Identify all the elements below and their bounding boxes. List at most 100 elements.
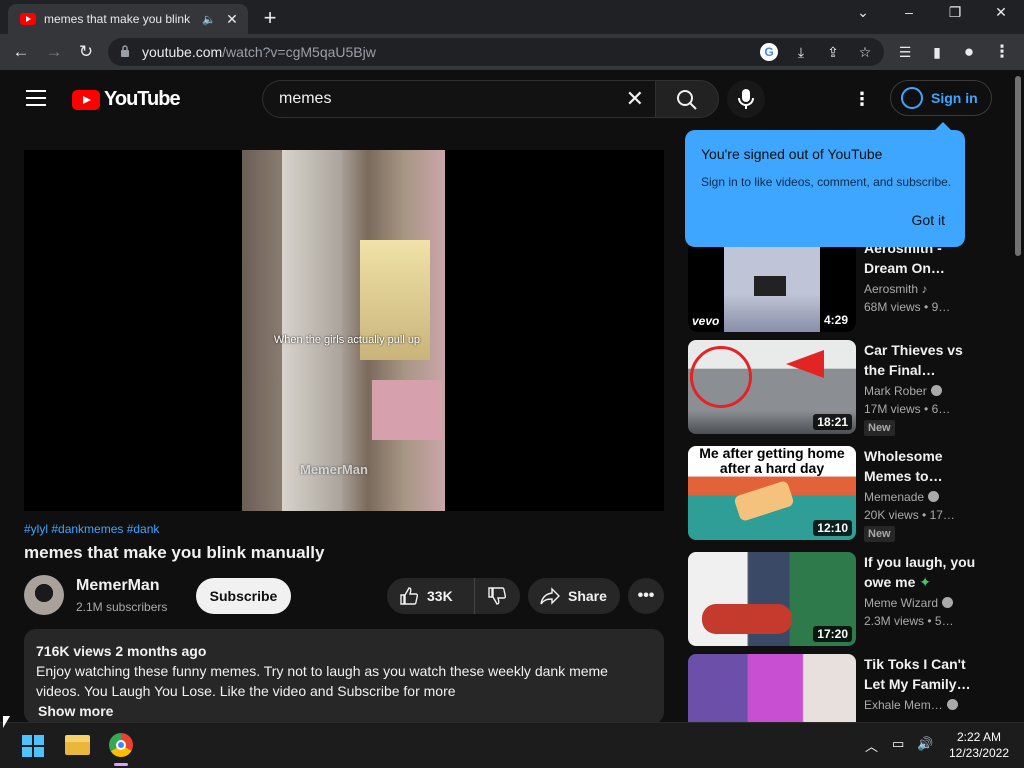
video-hashtags[interactable]: #ylyl #dankmemes #dank [24, 522, 159, 536]
more-horizontal-icon: ••• [637, 587, 655, 604]
more-actions-button[interactable]: ••• [628, 578, 664, 614]
tab-title: memes that make you blink [44, 12, 191, 26]
system-clock[interactable]: 2:22 AM 12/23/2022 [944, 729, 1014, 761]
verified-check-icon [928, 491, 940, 502]
windows-taskbar: ︿ ▭ 🔊 2:22 AM 12/23/2022 [0, 722, 1024, 768]
windows-start-icon[interactable] [22, 735, 44, 757]
tab-close-icon[interactable]: ✕ [224, 11, 240, 28]
chevron-up-icon[interactable]: ︿ [865, 736, 878, 755]
video-thumbnail: 17:20 [688, 552, 856, 646]
browser-toolbar: ← → ↻ youtube.com/watch?v=cgM5qaU5Bjw G … [0, 34, 1024, 70]
recommendation-title: Wholesome Memes to… [864, 448, 943, 484]
show-more-button[interactable]: Show more [36, 701, 652, 721]
recommendation-stats: 2.3M views • 5… [864, 614, 954, 628]
chevron-down-icon[interactable]: ⌄ [851, 4, 875, 21]
like-dislike-group: 33K [387, 578, 520, 614]
settings-more-icon[interactable]: ⋮ [852, 88, 872, 110]
reload-button[interactable]: ↻ [75, 41, 97, 63]
back-button[interactable]: ← [10, 41, 32, 63]
search-button[interactable] [655, 80, 719, 118]
youtube-header: YouTube memes ✕ ⋮ Sign in [0, 70, 1010, 128]
video-thumbnail [688, 654, 856, 722]
new-tab-button[interactable]: + [258, 5, 282, 31]
share-button[interactable]: Share [528, 578, 620, 614]
profile-icon[interactable]: ● [958, 41, 980, 63]
file-explorer-icon[interactable] [65, 735, 90, 755]
thumbs-down-icon [488, 587, 507, 605]
youtube-logo[interactable]: YouTube [72, 88, 181, 111]
recommendation-item[interactable]: Me after getting home after a hard day 1… [688, 446, 988, 542]
window-close-button[interactable]: ✕ [989, 4, 1013, 21]
side-panel-icon[interactable]: ▮ [926, 41, 948, 63]
search-box[interactable]: memes ✕ [262, 80, 656, 118]
browser-menu-icon[interactable]: ⋮ [991, 41, 1013, 63]
recommendation-item[interactable]: Tik Toks I Can't Let My Family… Exhale M… [688, 654, 988, 722]
browser-tab[interactable]: memes that make you blink 🔈 ✕ [8, 4, 248, 34]
subscriber-count: 2.1M subscribers [76, 600, 168, 614]
share-arrow-icon [540, 587, 560, 605]
recommendation-title: Car Thieves vs the Final… [864, 342, 963, 378]
lock-icon [121, 45, 129, 57]
age-label: 6… [931, 402, 951, 416]
thumbnail-cartoon [733, 479, 795, 523]
video-scene-cushion [372, 380, 442, 440]
thumbs-up-icon [400, 587, 419, 605]
menu-icon[interactable] [26, 90, 46, 106]
volume-icon[interactable]: 🔊 [917, 736, 933, 752]
account-icon [901, 87, 923, 109]
recommendation-channel: Exhale Mem… [864, 698, 958, 712]
install-icon[interactable]: ⤓ [792, 43, 810, 61]
url-path: /watch?v=cgM5qaU5Bjw [222, 44, 376, 60]
page-scrollbar[interactable] [1012, 70, 1024, 722]
speaker-icon[interactable]: 🔈 [202, 13, 216, 26]
restore-button[interactable]: ❐ [943, 4, 967, 21]
scrollbar-thumb[interactable] [1015, 76, 1021, 256]
url-host: youtube.com [142, 44, 223, 60]
logo-text: YouTube [104, 88, 181, 110]
forward-button[interactable]: → [43, 41, 65, 63]
video-duration: 18:21 [813, 414, 852, 430]
recommendation-item[interactable]: 17:20 If you laugh, you owe me ✦ Meme Wi… [688, 552, 988, 648]
channel-avatar[interactable] [24, 575, 64, 615]
age-label: 9… [931, 300, 951, 314]
subscribe-button[interactable]: Subscribe [196, 578, 291, 614]
channel-label: Memenade [864, 490, 925, 504]
search-input[interactable]: memes [279, 90, 331, 108]
clock-date: 12/23/2022 [948, 746, 1010, 760]
voice-search-button[interactable] [727, 80, 765, 118]
channel-label: Mark Rober [864, 384, 927, 398]
recommendation-stats: 20K views • 17… [864, 508, 955, 522]
dislike-button[interactable] [475, 586, 519, 606]
active-app-indicator [114, 763, 128, 766]
url-text: youtube.com/watch?v=cgM5qaU5Bjw [142, 44, 376, 60]
mouse-cursor-icon [3, 716, 10, 728]
money-emoji-icon: ✦ [919, 574, 931, 590]
recommendation-item[interactable]: 18:21 Car Thieves vs the Final… Mark Rob… [688, 340, 988, 436]
recommendation-stats: 68M views • 9… [864, 300, 951, 314]
search-icon [677, 90, 697, 110]
recommendation-item[interactable]: vevo 4:29 Aerosmith - Dream On… Aerosmit… [688, 238, 988, 334]
address-bar[interactable]: youtube.com/watch?v=cgM5qaU5Bjw G ⤓ ⇪ ☆ [108, 38, 884, 66]
new-badge: New [864, 526, 895, 542]
new-badge: New [864, 420, 895, 436]
music-note-icon: ♪ [921, 282, 928, 296]
got-it-button[interactable]: Got it [912, 212, 945, 228]
thumbnail-meme-text: Me after getting home after a hard day [699, 446, 845, 476]
chrome-icon[interactable] [109, 733, 133, 757]
minimize-button[interactable]: – [897, 4, 921, 20]
reading-list-icon[interactable]: ☰ [894, 41, 916, 63]
clear-search-icon[interactable]: ✕ [626, 86, 644, 112]
video-player[interactable]: When the girls actually pull up MemerMan [24, 150, 664, 511]
google-icon[interactable]: G [760, 43, 778, 61]
video-scene-door [282, 150, 342, 511]
network-icon[interactable]: ▭ [892, 736, 904, 752]
channel-name[interactable]: MemerMan [76, 577, 160, 595]
bookmark-star-icon[interactable]: ☆ [856, 43, 874, 61]
description-box[interactable]: 716K views 2 months ago Enjoy watching t… [24, 629, 664, 724]
channel-label: Exhale Mem… [864, 698, 943, 712]
views-label: 2.3M views [864, 614, 925, 628]
microphone-icon [738, 89, 754, 109]
like-button[interactable]: 33K [387, 578, 475, 614]
share-page-icon[interactable]: ⇪ [824, 43, 842, 61]
sign-in-button[interactable]: Sign in [890, 80, 992, 116]
